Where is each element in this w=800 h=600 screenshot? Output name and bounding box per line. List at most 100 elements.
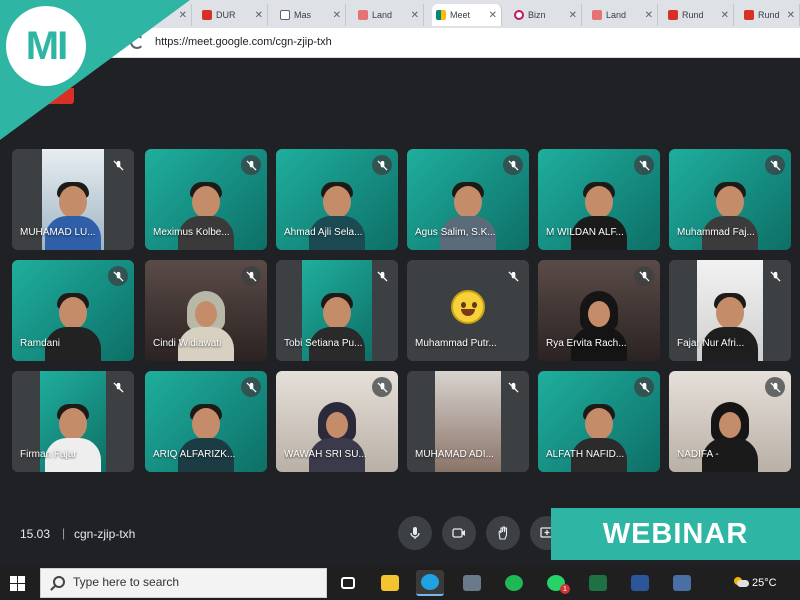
participant-name: MUHAMAD LU... bbox=[20, 227, 96, 238]
browser-tab[interactable]: Land ✕ bbox=[354, 4, 424, 26]
microphone-button[interactable] bbox=[398, 516, 432, 550]
logo-text: MI bbox=[25, 23, 68, 68]
muted-mic-icon bbox=[765, 155, 785, 175]
muted-mic-icon bbox=[503, 377, 523, 397]
participant-name: MUHAMAD ADI... bbox=[415, 449, 494, 460]
browser-tab-active[interactable]: Meet ✕ bbox=[432, 4, 502, 26]
search-input[interactable] bbox=[73, 575, 313, 589]
browser-tab[interactable]: DUR ✕ bbox=[198, 4, 268, 26]
participant-tile[interactable]: Muhammad Faj... bbox=[669, 149, 791, 250]
bizn-icon bbox=[514, 10, 524, 20]
spotify-icon[interactable] bbox=[500, 570, 528, 596]
muted-mic-icon bbox=[108, 155, 128, 175]
muted-mic-icon bbox=[372, 266, 392, 286]
close-icon[interactable]: ✕ bbox=[787, 10, 795, 21]
participant-tile[interactable]: Fajar Nur Afri... bbox=[669, 260, 791, 361]
camera-app-icon[interactable] bbox=[458, 570, 486, 596]
muted-mic-icon bbox=[503, 266, 523, 286]
webinar-banner: WEBINAR bbox=[551, 508, 800, 560]
participant-name: WAWAH SRI SU... bbox=[284, 449, 367, 460]
word-icon[interactable] bbox=[626, 570, 654, 596]
participant-tile[interactable]: MUHAMAD LU... bbox=[12, 149, 134, 250]
participant-video bbox=[305, 180, 369, 250]
tab-title: Meet bbox=[450, 10, 471, 20]
participant-name: Cindi Widiawati bbox=[153, 338, 222, 349]
tab-title: Mas bbox=[294, 10, 312, 20]
windows-start-icon[interactable] bbox=[10, 576, 26, 592]
browser-tab[interactable]: Land ✕ bbox=[588, 4, 658, 26]
participant-name: ARIQ ALFARIZK... bbox=[153, 449, 236, 460]
participant-video bbox=[567, 402, 631, 472]
camera-icon bbox=[452, 528, 465, 538]
muted-mic-icon bbox=[372, 155, 392, 175]
tab-title: Land bbox=[606, 10, 627, 20]
participant-video bbox=[436, 180, 500, 250]
close-icon[interactable]: ✕ bbox=[569, 10, 577, 21]
participant-name: ALFATH NAFID... bbox=[546, 449, 625, 460]
raise-hand-button[interactable] bbox=[486, 516, 520, 550]
participant-video bbox=[567, 291, 631, 361]
participant-tile[interactable]: Cindi Widiawati bbox=[145, 260, 267, 361]
google-meet-icon bbox=[436, 10, 446, 20]
muted-mic-icon bbox=[765, 266, 785, 286]
browser-tab[interactable]: Mas ✕ bbox=[276, 4, 346, 26]
excel-icon[interactable] bbox=[584, 570, 612, 596]
participant-name: Rya Ervita Rach... bbox=[546, 338, 627, 349]
tab-title: Rund bbox=[682, 10, 704, 20]
participant-tile[interactable]: Firman Fajar bbox=[12, 371, 134, 472]
participant-video bbox=[698, 291, 762, 361]
camera-button[interactable] bbox=[442, 516, 476, 550]
participant-tile[interactable]: Rya Ervita Rach... bbox=[538, 260, 660, 361]
pdf-icon bbox=[202, 10, 212, 20]
participant-video bbox=[41, 180, 105, 250]
participant-tile[interactable]: WAWAH SRI SU... bbox=[276, 371, 398, 472]
participant-tile[interactable]: Muhammad Putr... bbox=[407, 260, 529, 361]
search-icon bbox=[53, 576, 65, 588]
close-icon[interactable]: ✕ bbox=[333, 10, 341, 21]
participant-tile[interactable]: Agus Salim, S.K... bbox=[407, 149, 529, 250]
tab-title: Bizn bbox=[528, 10, 546, 20]
muted-mic-icon bbox=[108, 377, 128, 397]
store-icon[interactable] bbox=[668, 570, 696, 596]
file-explorer-icon[interactable] bbox=[376, 570, 404, 596]
browser-tab[interactable]: Rund ✕ bbox=[664, 4, 734, 26]
close-icon[interactable]: ✕ bbox=[645, 10, 653, 21]
muted-mic-icon bbox=[241, 377, 261, 397]
taskbar-search[interactable] bbox=[40, 568, 327, 598]
webinar-title: WEBINAR bbox=[602, 517, 749, 550]
tab-title: Land bbox=[372, 10, 393, 20]
task-view-icon[interactable] bbox=[334, 570, 362, 596]
tab-title: DUR bbox=[216, 10, 236, 20]
participant-name: M WILDAN ALF... bbox=[546, 227, 624, 238]
muted-mic-icon bbox=[241, 155, 261, 175]
participant-tile[interactable]: M WILDAN ALF... bbox=[538, 149, 660, 250]
emoji-avatar-icon bbox=[451, 290, 485, 324]
browser-tab[interactable]: Bizn ✕ bbox=[510, 4, 582, 26]
participant-video bbox=[174, 291, 238, 361]
edge-browser-icon[interactable] bbox=[416, 570, 444, 596]
participant-video bbox=[305, 402, 369, 472]
participant-tile[interactable]: MUHAMAD ADI... bbox=[407, 371, 529, 472]
participant-name: NADIFA - bbox=[677, 449, 719, 460]
partly-cloudy-icon[interactable] bbox=[734, 577, 749, 588]
notification-badge: 1 bbox=[560, 584, 570, 594]
close-icon[interactable]: ✕ bbox=[411, 10, 419, 21]
browser-tab[interactable]: Rund ✕ bbox=[740, 4, 800, 26]
participant-tile[interactable]: ARIQ ALFARIZK... bbox=[145, 371, 267, 472]
participant-tile[interactable]: Ahmad Ajli Sela... bbox=[276, 149, 398, 250]
close-icon[interactable]: ✕ bbox=[255, 10, 263, 21]
pdf-icon bbox=[744, 10, 754, 20]
temperature[interactable]: 25°C bbox=[752, 577, 777, 589]
participant-tile[interactable]: Meximus Kolbe... bbox=[145, 149, 267, 250]
participant-tile[interactable]: ALFATH NAFID... bbox=[538, 371, 660, 472]
participant-tile[interactable]: NADIFA - bbox=[669, 371, 791, 472]
participant-video bbox=[698, 402, 762, 472]
close-icon[interactable]: ✕ bbox=[489, 10, 497, 21]
close-icon[interactable]: ✕ bbox=[721, 10, 729, 21]
participant-tile[interactable]: Tobi Setiana Pu... bbox=[276, 260, 398, 361]
participant-name: Muhammad Putr... bbox=[415, 338, 497, 349]
participant-video bbox=[174, 180, 238, 250]
muted-mic-icon bbox=[634, 377, 654, 397]
participant-tile[interactable]: Ramdani bbox=[12, 260, 134, 361]
whatsapp-icon[interactable]: 1 bbox=[542, 570, 570, 596]
